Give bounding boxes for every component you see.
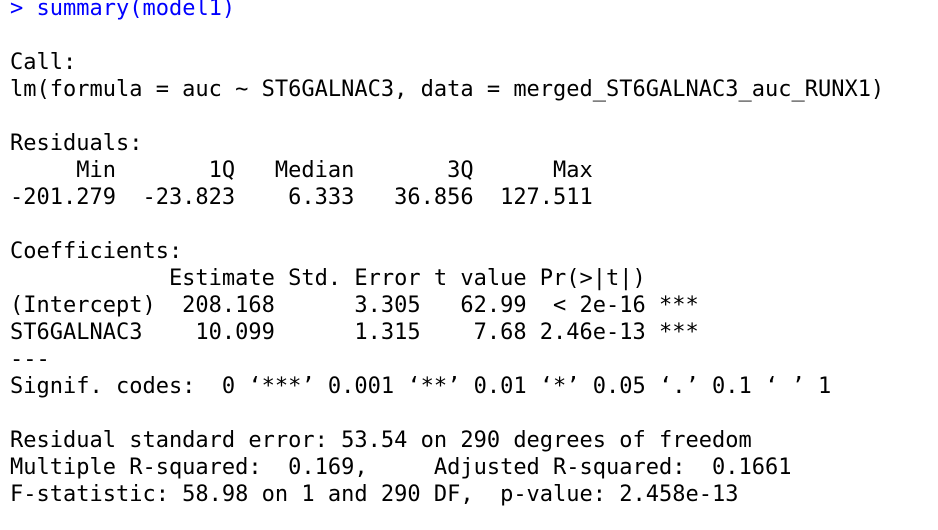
prompt-symbol: > <box>10 0 37 21</box>
separator: --- <box>10 347 50 372</box>
residuals-values: -201.279 -23.823 6.333 36.856 127.511 <box>10 185 607 210</box>
coef-row-st6galnac3: ST6GALNAC3 10.099 1.315 7.68 2.46e-13 **… <box>10 320 699 345</box>
call-header: Call: <box>10 50 77 75</box>
command-text: summary(model1) <box>36 0 236 21</box>
r-console: > summary(model1) Call: lm(formula = auc… <box>10 0 934 508</box>
residuals-header: Residuals: <box>10 131 143 156</box>
coef-row-intercept: (Intercept) 208.168 3.305 62.99 < 2e-16 … <box>10 293 699 318</box>
residual-standard-error: Residual standard error: 53.54 on 290 de… <box>10 428 752 453</box>
coef-header-row: Estimate Std. Error t value Pr(>|t|) <box>10 266 699 291</box>
command-line[interactable]: > summary(model1) <box>10 0 934 22</box>
signif-codes: Signif. codes: 0 ‘***’ 0.001 ‘**’ 0.01 ‘… <box>10 374 832 399</box>
residuals-labels: Min 1Q Median 3Q Max <box>10 158 607 183</box>
f-statistic-line: F-statistic: 58.98 on 1 and 290 DF, p-va… <box>10 482 739 507</box>
call-text: lm(formula = auc ~ ST6GALNAC3, data = me… <box>10 77 885 102</box>
r-squared-line: Multiple R-squared: 0.169, Adjusted R-sq… <box>10 455 805 480</box>
coefficients-header: Coefficients: <box>10 239 183 264</box>
